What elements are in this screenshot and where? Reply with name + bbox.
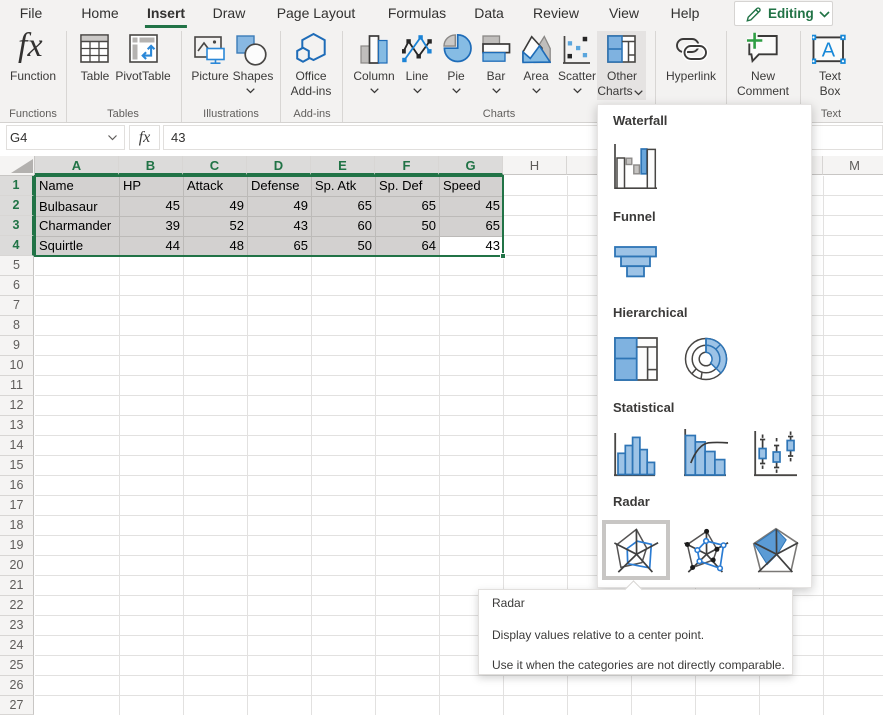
svg-text:A: A xyxy=(822,40,836,62)
